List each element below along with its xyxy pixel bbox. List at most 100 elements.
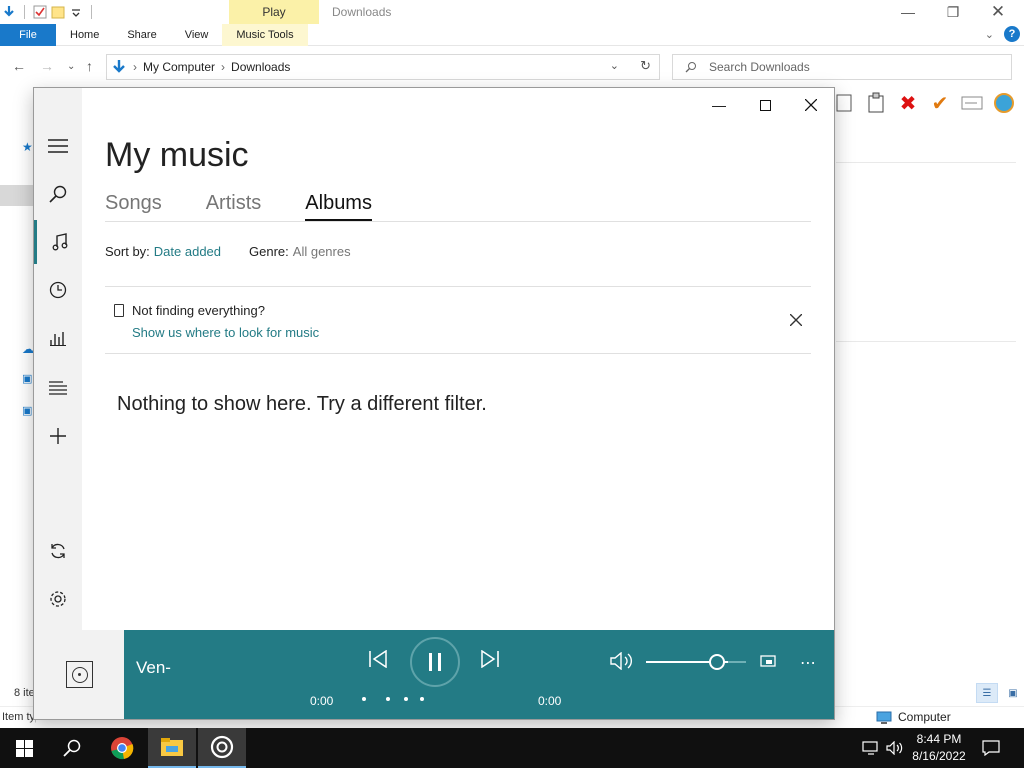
taskbar: 8:44 PM 8/16/2022 [0,728,1024,768]
settings-icon[interactable] [34,577,82,621]
tab-home[interactable]: Home [56,24,113,46]
clock[interactable]: 8:44 PM 8/16/2022 [906,731,972,765]
new-folder-icon[interactable] [51,5,65,19]
album-art-icon[interactable] [66,661,93,688]
sort-dropdown[interactable]: Date added [154,244,221,259]
start-icon[interactable] [0,728,48,768]
taskbar-search-icon[interactable] [48,728,96,768]
time-total: 0:00 [538,694,562,708]
phone-icon [114,304,124,317]
globe-icon[interactable] [992,91,1016,115]
properties-icon[interactable] [33,5,47,19]
groove-maximize-button[interactable] [742,94,788,116]
search-placeholder: Search Downloads [709,60,810,74]
playlists-icon[interactable] [34,366,82,410]
groove-music-window: — My music Songs Artists Albums Sort by:… [33,87,835,720]
status-location-label: Computer [898,710,951,724]
play-context-header: Play [229,0,319,24]
window-title: Downloads [332,5,392,19]
quick-access-star-icon[interactable]: ★ [22,140,33,154]
previous-track-icon[interactable] [368,650,388,668]
filter-bar: Sort by: Date added Genre: All genres [105,244,351,259]
breadcrumb-downloads[interactable]: Downloads [231,60,290,74]
divider [836,341,1016,342]
breadcrumb-my-computer[interactable]: My Computer [143,60,215,74]
forward-icon[interactable]: → [40,58,54,74]
view-toggle: ☰ ▣ [976,683,1024,703]
volume-slider-thumb[interactable] [709,654,725,670]
genre-label: Genre: [249,244,289,259]
expand-ribbon-icon[interactable]: ⌄ [985,28,994,41]
notice-title: Not finding everything? [132,303,265,318]
notice-close-icon[interactable] [789,310,803,331]
minimize-button[interactable]: — [886,2,930,22]
nav-pane-selected-item[interactable] [0,185,34,206]
maximize-button[interactable]: ❐ [931,2,975,22]
add-icon[interactable] [34,414,82,458]
music-note-icon[interactable] [34,220,82,264]
clipboard-icon[interactable] [864,91,888,115]
help-icon[interactable]: ? [1004,26,1020,42]
quick-access-toolbar [0,0,96,24]
search-input[interactable]: Search Downloads [672,54,1012,80]
large-icons-view-icon[interactable]: ▣ [1002,683,1024,703]
more-options-icon[interactable]: ⋯ [800,653,817,673]
ribbon-right: ⌄ ? [985,26,1020,42]
downloads-icon [113,60,125,73]
groove-close-button[interactable] [788,94,834,116]
tab-albums[interactable]: Albums [305,192,372,221]
next-track-icon[interactable] [480,650,500,668]
file-explorer-icon[interactable] [148,728,196,768]
mini-view-icon[interactable] [760,655,776,667]
refresh-icon[interactable]: ↻ [640,58,651,74]
address-box[interactable]: › My Computer › Downloads ⌄ ↻ [106,54,660,80]
check-icon[interactable]: ✔ [928,91,952,115]
tab-music-tools[interactable]: Music Tools [222,23,308,46]
status-item-type: Item type [2,711,36,723]
network-icon[interactable]: ▣ [22,404,32,417]
download-arrow-icon[interactable] [2,5,16,19]
document-icon[interactable] [832,91,856,115]
genre-dropdown[interactable]: All genres [293,244,351,259]
tab-file[interactable]: File [0,23,56,46]
action-center-icon[interactable] [982,728,1000,768]
search-icon[interactable] [34,172,82,216]
notice-link[interactable]: Show us where to look for music [132,325,319,340]
close-button[interactable]: ✕ [976,2,1020,22]
ribbon-tabs: File Home Share View Music Tools [0,23,1024,46]
this-pc-icon[interactable]: ▣ [22,372,32,385]
pause-button[interactable] [410,637,460,687]
time-elapsed: 0:00 [310,694,334,708]
up-icon[interactable]: ↑ [86,58,93,74]
seek-bar-loading[interactable] [362,697,424,701]
sync-icon[interactable] [34,529,82,573]
groove-sidebar [34,88,82,719]
back-icon[interactable]: ← [12,58,26,74]
customize-qat-icon[interactable] [69,5,83,19]
now-playing-icon[interactable] [34,316,82,360]
tab-share[interactable]: Share [113,24,170,46]
tab-artists[interactable]: Artists [206,192,262,221]
network-tray-icon[interactable] [862,728,880,768]
volume-icon[interactable] [610,652,634,670]
clock-date: 8/16/2022 [912,749,966,763]
chrome-icon[interactable] [98,728,146,768]
groove-music-icon[interactable] [198,728,246,768]
recent-locations-icon[interactable]: ⌄ [67,61,75,72]
tab-songs[interactable]: Songs [105,192,162,221]
address-bar-row: ← → ⌄ ↑ › My Computer › Downloads ⌄ ↻ Se… [0,52,1024,82]
delete-x-icon[interactable]: ✖ [896,91,920,115]
album-art-area [34,630,124,719]
page-title: My music [105,136,249,174]
tab-view[interactable]: View [171,24,223,46]
hamburger-icon[interactable] [34,124,82,168]
address-dropdown-icon[interactable]: ⌄ [610,59,619,72]
groove-minimize-button[interactable]: — [696,94,742,116]
computer-icon [876,711,892,724]
recent-clock-icon[interactable] [34,268,82,312]
track-title[interactable]: Ven- [136,658,171,678]
volume-tray-icon[interactable] [886,728,904,768]
rename-icon[interactable] [960,91,984,115]
player-controls: Ven- ⋯ 0:00 0:00 [124,630,834,719]
details-view-icon[interactable]: ☰ [976,683,998,703]
